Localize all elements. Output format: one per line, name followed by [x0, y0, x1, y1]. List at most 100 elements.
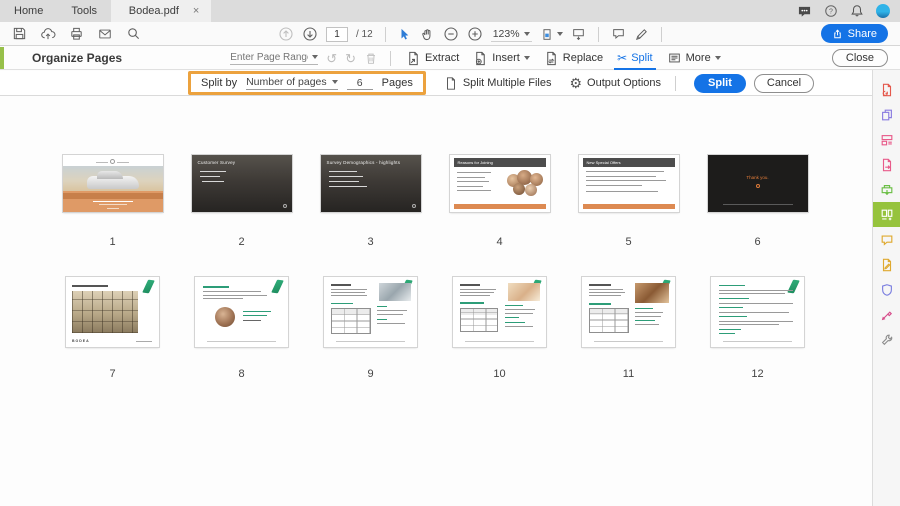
- print-icon[interactable]: [69, 26, 84, 41]
- divider: [597, 26, 599, 42]
- page-thumbnail-10[interactable]: [453, 277, 546, 347]
- zoom-level-dropdown[interactable]: 123%: [490, 27, 532, 42]
- page-thumbnail-1[interactable]: [62, 155, 163, 212]
- sidebar-item-more-tools[interactable]: [873, 327, 900, 352]
- page-range-input[interactable]: [230, 51, 309, 63]
- split-tab-button[interactable]: ✂ Split: [614, 47, 657, 70]
- sidebar-item-edit-pdf[interactable]: [873, 127, 900, 152]
- text-line: [203, 291, 261, 292]
- sidebar-item-create-pdf[interactable]: [873, 77, 900, 102]
- page-thumbnail-5[interactable]: New Special Offers: [578, 155, 679, 212]
- text-line: [719, 320, 793, 322]
- search-icon[interactable]: [126, 26, 141, 41]
- sidebar-item-protect[interactable]: [873, 277, 900, 302]
- output-options-button[interactable]: ⚙ Output Options: [569, 76, 661, 90]
- heading-line: [203, 286, 229, 288]
- tab-tools[interactable]: Tools: [57, 0, 111, 22]
- subheading-line: [505, 317, 519, 319]
- brand-swoosh: [787, 279, 800, 294]
- split-label: Split: [631, 52, 653, 64]
- help-icon[interactable]: ?: [824, 4, 838, 18]
- split-mode-dropdown[interactable]: Number of pages: [246, 76, 338, 90]
- bell-icon[interactable]: [850, 4, 864, 18]
- share-button[interactable]: Share: [820, 24, 888, 43]
- fit-page-dropdown[interactable]: [540, 27, 563, 42]
- save-icon[interactable]: [12, 26, 27, 41]
- slide-footer-bar: [453, 204, 546, 209]
- undo-icon[interactable]: ↺: [326, 52, 337, 65]
- text-line: [106, 208, 119, 209]
- sidebar-item-comment[interactable]: [873, 227, 900, 252]
- replace-button[interactable]: Replace: [541, 47, 606, 70]
- insert-button[interactable]: Insert: [470, 47, 533, 70]
- document-photo: [72, 291, 138, 333]
- user-avatar[interactable]: [876, 4, 890, 18]
- document-photo: [635, 283, 669, 303]
- page-thumbnail-8[interactable]: [195, 277, 288, 347]
- sidebar-item-organize-pages[interactable]: [873, 202, 900, 227]
- hand-tool-icon[interactable]: [420, 27, 435, 42]
- split-confirm-button[interactable]: Split: [694, 73, 746, 93]
- subheading-line: [589, 303, 611, 305]
- more-button[interactable]: More: [664, 47, 724, 70]
- text-line: [585, 180, 666, 182]
- page-thumbnail-2[interactable]: Customer Survey: [191, 155, 292, 212]
- cancel-button[interactable]: Cancel: [753, 73, 815, 93]
- extract-button[interactable]: Extract: [403, 47, 462, 70]
- close-button[interactable]: Close: [831, 49, 888, 67]
- page-thumbnail-9[interactable]: [324, 277, 417, 347]
- comment-tool-icon[interactable]: [611, 27, 626, 41]
- split-multiple-files-label: Split Multiple Files: [462, 77, 552, 89]
- text-line: [456, 185, 483, 187]
- slide-logo: [755, 184, 760, 188]
- pages-count-input[interactable]: [346, 76, 373, 90]
- more-label: More: [685, 52, 711, 64]
- previous-page-icon[interactable]: [278, 26, 294, 42]
- text-line: [328, 171, 357, 173]
- page-thumbnail-3[interactable]: Survey Demographics - highlights: [320, 155, 421, 212]
- scrolling-mode-icon[interactable]: [571, 27, 586, 41]
- sidebar-item-certificates[interactable]: [873, 302, 900, 327]
- protect-icon: [880, 283, 894, 297]
- email-icon[interactable]: [97, 27, 113, 41]
- tab-document[interactable]: Bodea.pdf ×: [111, 0, 212, 22]
- page-thumbnail-4[interactable]: Reasons for Joining: [449, 155, 550, 212]
- page-thumbnail-6[interactable]: Thank you.: [707, 155, 808, 212]
- text-line: [460, 295, 490, 296]
- text-line: [719, 311, 789, 313]
- notifications-chat-icon[interactable]: [797, 5, 812, 18]
- navigation-view-group: / 12 123%: [278, 22, 666, 46]
- split-multiple-files-button[interactable]: Split Multiple Files: [444, 76, 552, 91]
- zoom-in-icon[interactable]: [467, 26, 483, 42]
- delete-pages-icon[interactable]: [364, 51, 378, 66]
- pages-label: Pages: [381, 77, 413, 89]
- sidebar-item-export-pdf[interactable]: [873, 152, 900, 177]
- page-range-dropdown[interactable]: [230, 51, 319, 65]
- select-tool-icon[interactable]: [398, 27, 412, 42]
- chevron-down-icon: [523, 56, 530, 60]
- sidebar-item-scan-ocr[interactable]: [873, 177, 900, 202]
- page-number-label: 6: [754, 236, 761, 248]
- thumbnail-row-1: 1 Customer Survey 2 Survey Demographics …: [0, 155, 872, 248]
- page-number-input[interactable]: [326, 26, 348, 42]
- sidebar-item-combine-files[interactable]: [873, 102, 900, 127]
- slide-title: Thank you.: [746, 175, 769, 180]
- comment-icon: [880, 233, 894, 247]
- page-thumbnail-11[interactable]: [582, 277, 675, 347]
- heading-line: [589, 284, 611, 286]
- chevron-down-icon: [714, 56, 721, 60]
- close-document-tab-icon[interactable]: ×: [193, 5, 199, 17]
- page-thumbnail-7[interactable]: BODEA: [66, 277, 159, 347]
- tab-home[interactable]: Home: [0, 0, 57, 22]
- pen-tool-icon[interactable]: [634, 27, 649, 42]
- next-page-icon[interactable]: [302, 26, 318, 42]
- tools-sidebar: [872, 70, 900, 506]
- page-thumbnails-area: 1 Customer Survey 2 Survey Demographics …: [0, 96, 872, 506]
- zoom-out-icon[interactable]: [443, 26, 459, 42]
- cloud-upload-icon[interactable]: [40, 26, 56, 41]
- page-thumbnail-12[interactable]: [711, 277, 804, 347]
- redo-icon[interactable]: ↻: [345, 52, 356, 65]
- sidebar-item-fill-sign[interactable]: [873, 252, 900, 277]
- text-line: [505, 312, 533, 314]
- text-line: [377, 313, 403, 315]
